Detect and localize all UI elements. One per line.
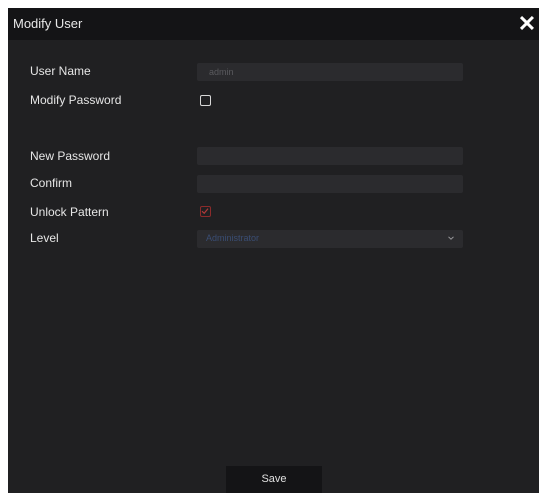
level-select[interactable]: Administrator <box>197 230 463 248</box>
new-password-label: New Password <box>30 149 111 163</box>
modify-password-label: Modify Password <box>30 93 122 107</box>
dialog-titlebar: Modify User ✕ <box>8 8 539 40</box>
level-select-value: Administrator <box>206 233 260 243</box>
check-icon <box>201 208 209 215</box>
chevron-down-icon <box>448 236 454 240</box>
user-name-input[interactable] <box>197 63 463 81</box>
unlock-pattern-label: Unlock Pattern <box>30 205 109 219</box>
new-password-input[interactable] <box>197 147 463 165</box>
close-button[interactable]: ✕ <box>515 11 539 37</box>
confirm-password-input[interactable] <box>197 175 463 193</box>
modify-user-dialog: Modify User ✕ User Name Modify Password … <box>8 8 539 493</box>
level-label: Level <box>30 231 59 245</box>
dialog-title: Modify User <box>13 16 83 31</box>
close-icon: ✕ <box>517 11 537 36</box>
unlock-pattern-checkbox[interactable] <box>200 206 211 217</box>
user-name-label: User Name <box>30 64 91 78</box>
confirm-password-label: Confirm <box>30 176 73 190</box>
modify-password-checkbox[interactable] <box>200 95 211 106</box>
save-button[interactable]: Save <box>226 466 322 493</box>
